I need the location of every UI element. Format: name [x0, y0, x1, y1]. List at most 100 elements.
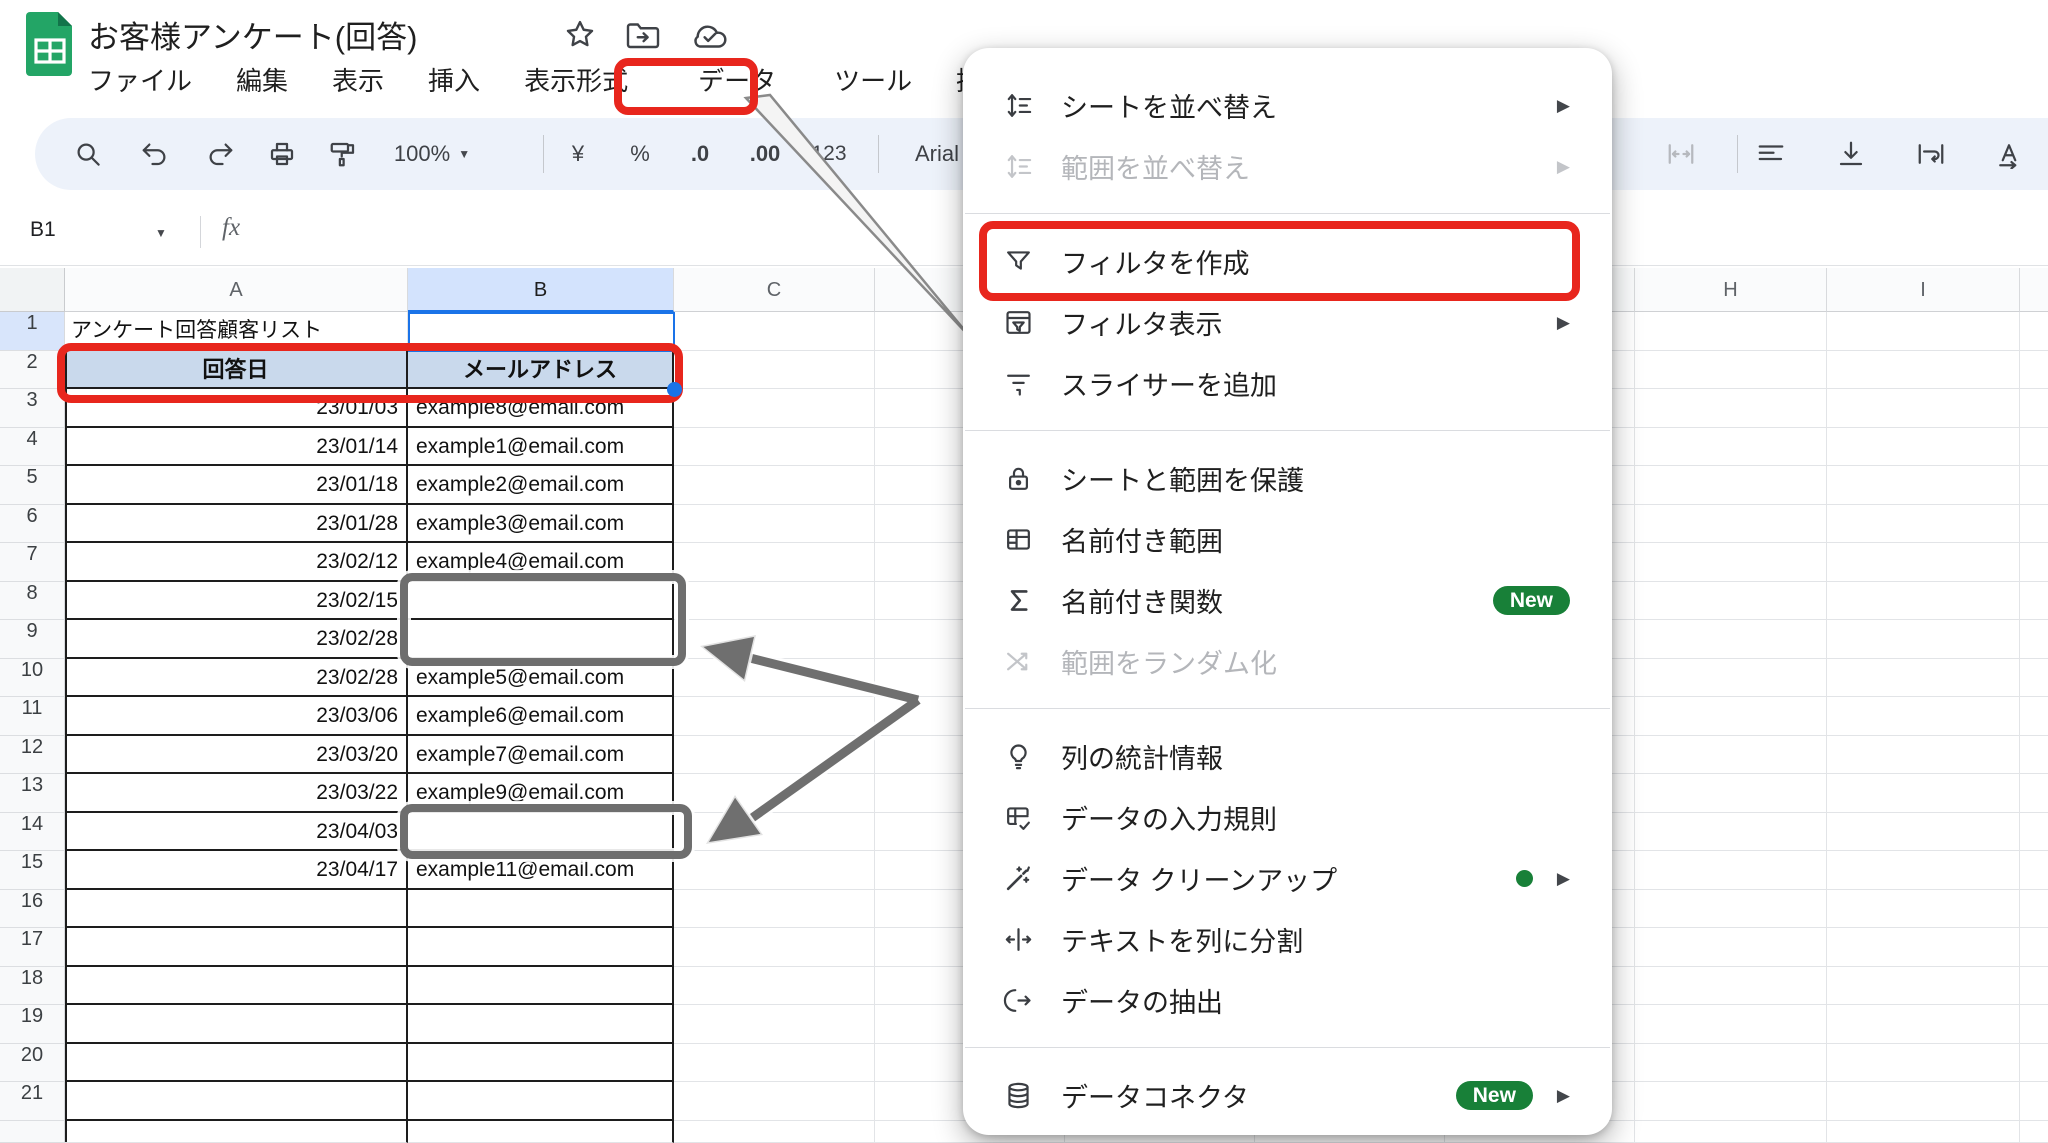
cell[interactable]	[408, 890, 674, 929]
cell[interactable]	[408, 1044, 674, 1083]
menu-item-create-filter[interactable]: フィルタを作成	[963, 231, 1612, 292]
row-header[interactable]: 2	[0, 351, 65, 390]
menu-item-add-slicer[interactable]: スライサーを追加	[963, 353, 1612, 414]
cell[interactable]	[2020, 428, 2048, 467]
cell[interactable]: 23/03/20	[65, 736, 408, 775]
row-header[interactable]: 6	[0, 505, 65, 544]
cell[interactable]	[1635, 466, 1827, 505]
cell[interactable]	[674, 967, 875, 1006]
cell[interactable]	[2020, 312, 2048, 351]
cell[interactable]	[1827, 582, 2020, 621]
cell[interactable]	[1635, 582, 1827, 621]
select-all-corner[interactable]	[0, 268, 65, 312]
print-icon[interactable]	[257, 118, 307, 190]
cell[interactable]	[1635, 736, 1827, 775]
row-header[interactable]: 16	[0, 890, 65, 929]
menu-tools[interactable]: ツール	[834, 61, 912, 98]
cell[interactable]	[65, 1044, 408, 1083]
row-header[interactable]: 10	[0, 659, 65, 698]
cell[interactable]	[674, 697, 875, 736]
vertical-align-button[interactable]	[1827, 118, 1875, 190]
cell[interactable]	[1635, 351, 1827, 390]
menu-file[interactable]: ファイル	[88, 61, 192, 98]
cell[interactable]	[1635, 620, 1827, 659]
cell[interactable]	[1635, 1044, 1827, 1083]
menu-item-extract-data[interactable]: データの抽出	[963, 970, 1612, 1031]
column-header[interactable]: A	[65, 268, 408, 312]
zoom-select[interactable]: 100%▼	[387, 118, 477, 190]
cell[interactable]	[65, 928, 408, 967]
cell[interactable]	[1827, 928, 2020, 967]
cell[interactable]	[1827, 1044, 2020, 1083]
menu-view[interactable]: 表示	[332, 61, 384, 98]
more-formats-button[interactable]: 123	[803, 118, 855, 190]
search-icon[interactable]	[63, 118, 113, 190]
cell[interactable]: example1@email.com	[408, 428, 674, 467]
column-header[interactable]: I	[1827, 268, 2020, 312]
cell[interactable]	[2020, 466, 2048, 505]
cell[interactable]	[1827, 1005, 2020, 1044]
cell[interactable]	[1635, 774, 1827, 813]
cell[interactable]	[65, 890, 408, 929]
cell[interactable]	[408, 1005, 674, 1044]
row-header[interactable]: 13	[0, 774, 65, 813]
cell[interactable]	[1827, 505, 2020, 544]
cell[interactable]	[674, 851, 875, 890]
menu-item-sort-sheet[interactable]: シートを並べ替え ▶	[963, 75, 1612, 136]
row-header[interactable]: 19	[0, 1005, 65, 1044]
cell[interactable]	[1635, 543, 1827, 582]
cell[interactable]	[1827, 543, 2020, 582]
cell[interactable]	[1635, 967, 1827, 1006]
cell[interactable]	[1827, 697, 2020, 736]
row-header[interactable]: 7	[0, 543, 65, 582]
cell[interactable]	[2020, 967, 2048, 1006]
cell[interactable]	[674, 351, 875, 390]
cell[interactable]	[1827, 351, 2020, 390]
cell[interactable]: 23/03/22	[65, 774, 408, 813]
menu-item-column-stats[interactable]: 列の統計情報	[963, 726, 1612, 787]
column-header[interactable]: H	[1635, 268, 1827, 312]
row-header[interactable]: 3	[0, 389, 65, 428]
cell[interactable]	[65, 1005, 408, 1044]
cell[interactable]	[1635, 505, 1827, 544]
cell[interactable]	[2020, 659, 2048, 698]
cell[interactable]: 23/02/28	[65, 620, 408, 659]
cell[interactable]	[2020, 697, 2048, 736]
cell[interactable]: 23/04/17	[65, 851, 408, 890]
row-header[interactable]: 5	[0, 466, 65, 505]
cell[interactable]	[2020, 890, 2048, 929]
cell[interactable]: example3@email.com	[408, 505, 674, 544]
cell[interactable]	[2020, 620, 2048, 659]
cell[interactable]	[2020, 851, 2048, 890]
cell[interactable]	[674, 1044, 875, 1083]
cell[interactable]	[2020, 736, 2048, 775]
cell[interactable]	[1827, 813, 2020, 852]
cell[interactable]	[2020, 1044, 2048, 1083]
menu-format[interactable]: 表示形式	[524, 61, 628, 98]
menu-item-sort-range[interactable]: 範囲を並べ替え ▶	[963, 136, 1612, 197]
row-header[interactable]: 18	[0, 967, 65, 1006]
cell[interactable]	[674, 428, 875, 467]
merge-cells-button[interactable]	[1657, 118, 1705, 190]
cell[interactable]	[2020, 543, 2048, 582]
row-header[interactable]: 12	[0, 736, 65, 775]
column-header[interactable]: C	[674, 268, 875, 312]
cell[interactable]	[2020, 928, 2048, 967]
cell[interactable]	[1635, 1005, 1827, 1044]
cell[interactable]	[1635, 428, 1827, 467]
cell[interactable]	[1827, 967, 2020, 1006]
row-header[interactable]: 8	[0, 582, 65, 621]
cell[interactable]	[1635, 1082, 1827, 1121]
cell[interactable]	[1827, 620, 2020, 659]
cell[interactable]	[674, 774, 875, 813]
cell[interactable]	[674, 389, 875, 428]
menu-item-named-ranges[interactable]: 名前付き範囲	[963, 509, 1612, 570]
cell[interactable]	[674, 582, 875, 621]
cell[interactable]	[674, 505, 875, 544]
menu-insert[interactable]: 挿入	[428, 61, 480, 98]
cell[interactable]	[1827, 428, 2020, 467]
menu-item-data-cleanup[interactable]: データ クリーンアップ ▶	[963, 848, 1612, 909]
cell[interactable]	[1635, 851, 1827, 890]
cell[interactable]	[1635, 659, 1827, 698]
row-header[interactable]: 1	[0, 312, 65, 351]
